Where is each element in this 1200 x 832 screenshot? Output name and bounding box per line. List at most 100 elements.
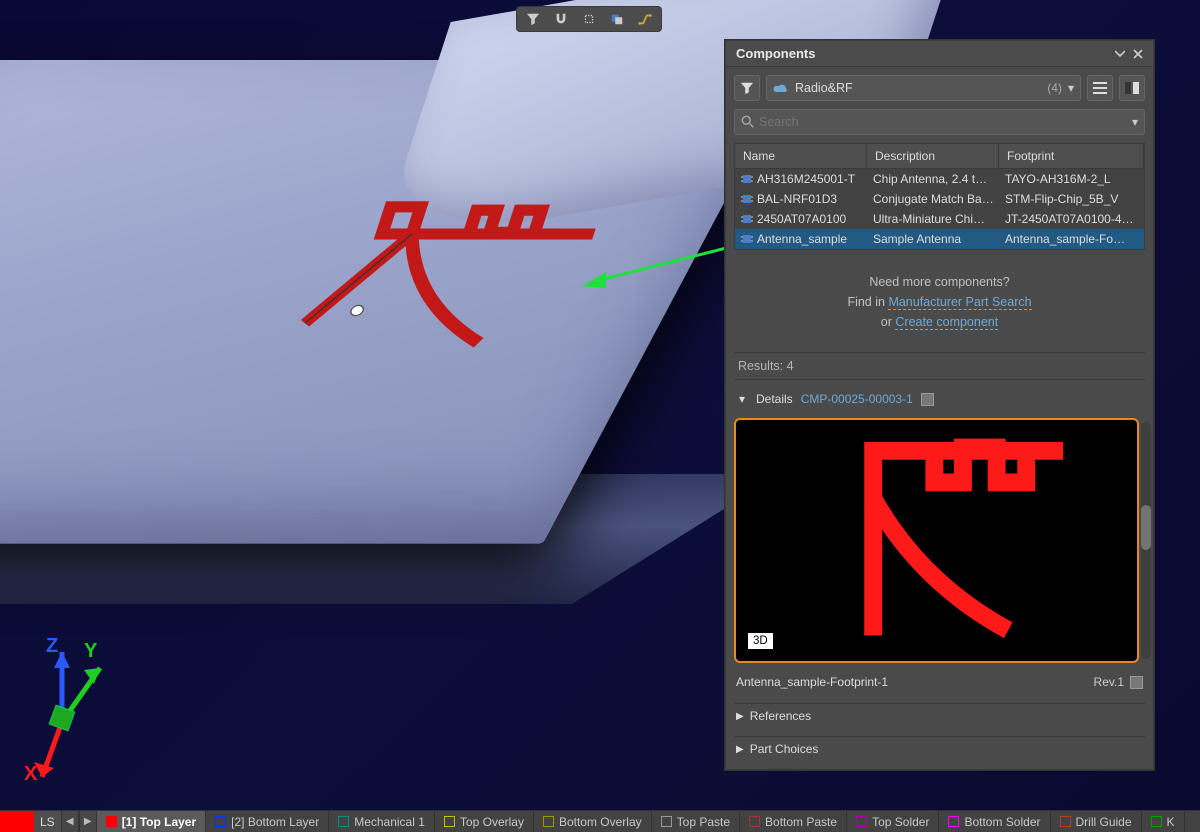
components-panel: Components Radio&RF (4) ▾ [725, 40, 1154, 770]
layer-swatch [215, 816, 226, 827]
details-header[interactable]: ▾ Details CMP-00025-00003-1 [734, 388, 1145, 410]
layer-tab[interactable]: Top Overlay [435, 811, 534, 832]
layer-swatch [444, 816, 455, 827]
layer-tab[interactable]: Bottom Solder [939, 811, 1050, 832]
footprint-preview[interactable]: 3D [734, 418, 1139, 663]
split-view-button[interactable] [1119, 75, 1145, 101]
component-icon [741, 213, 753, 225]
axis-x-label: X [24, 763, 38, 782]
layer-tabs-bar: LS ◀ ▶ [1] Top Layer [2] Bottom Layer Mech… [0, 810, 1200, 832]
axis-y-label: Y [84, 640, 98, 662]
scrollbar-thumb[interactable] [1141, 505, 1151, 550]
create-component-link[interactable]: Create component [895, 315, 998, 330]
details-id-link[interactable]: CMP-00025-00003-1 [801, 392, 913, 406]
plane-toggle-button[interactable] [603, 8, 631, 30]
layer-label: K [1167, 815, 1175, 829]
layer-label: [2] Bottom Layer [231, 815, 319, 829]
layer-swatch [543, 816, 554, 827]
close-icon [1133, 49, 1143, 59]
chevron-down-icon[interactable]: ▾ [1132, 115, 1138, 129]
row-desc: Ultra-Miniature Chi… [867, 212, 999, 226]
table-row[interactable]: AH316M245001-TChip Antenna, 2.4 t…TAYO-A… [735, 169, 1144, 189]
layer-label: [1] Top Layer [122, 815, 196, 829]
results-bar: Results: 4 [734, 352, 1145, 380]
panel-title: Components [736, 46, 1111, 61]
component-icon [741, 233, 753, 245]
layers-next-button[interactable]: ▶ [79, 811, 97, 832]
layer-tab[interactable]: K [1142, 811, 1185, 832]
manufacturer-search-link[interactable]: Manufacturer Part Search [888, 295, 1031, 310]
search-input[interactable] [759, 115, 1126, 129]
magnet-icon [554, 12, 568, 26]
layer-tab[interactable]: [2] Bottom Layer [206, 811, 329, 832]
col-name[interactable]: Name [735, 144, 867, 168]
layers-icon [610, 12, 624, 26]
row-desc: Sample Antenna [867, 232, 999, 246]
layer-label: Mechanical 1 [354, 815, 425, 829]
row-desc: Conjugate Match Ba… [867, 192, 999, 206]
library-count: (4) [1047, 81, 1062, 95]
table-header[interactable]: Name Description Footprint [735, 144, 1144, 169]
components-filter-button[interactable] [734, 75, 760, 101]
layer-swatch [749, 816, 760, 827]
layer-tab[interactable]: Top Solder [847, 811, 939, 832]
chip-icon [582, 12, 596, 26]
list-view-button[interactable] [1087, 75, 1113, 101]
row-footprint: TAYO-AH316M-2_L [999, 172, 1144, 186]
panel-menu-button[interactable] [1111, 45, 1129, 63]
layer-swatch [106, 816, 117, 827]
table-row[interactable]: 2450AT07A0100Ultra-Miniature Chi…JT-2450… [735, 209, 1144, 229]
component-icon [741, 193, 753, 205]
table-row[interactable]: BAL-NRF01D3Conjugate Match Ba…STM-Flip-C… [735, 189, 1144, 209]
filter-toggle-button[interactable] [519, 8, 547, 30]
layer-label: Bottom Overlay [559, 815, 642, 829]
chevron-down-icon [1115, 49, 1125, 59]
row-desc: Chip Antenna, 2.4 t… [867, 172, 999, 186]
antenna-footprint-graphic [736, 420, 1137, 661]
row-name: 2450AT07A0100 [757, 212, 846, 226]
footprint-revision: Rev.1 [1094, 675, 1124, 689]
row-footprint: Antenna_sample-Fo… [999, 232, 1144, 246]
part-choices-section[interactable]: ▶ Part Choices [734, 736, 1145, 761]
layer-swatch [661, 816, 672, 827]
layer-tab[interactable]: Bottom Paste [740, 811, 847, 832]
need-more-block: Need more components? Find in Manufactur… [734, 258, 1145, 344]
preview-3d-toggle[interactable]: 3D [748, 633, 773, 649]
snap-toggle-button[interactable] [547, 8, 575, 30]
search-field[interactable]: ▾ [734, 109, 1145, 135]
layer-tab[interactable]: Top Paste [652, 811, 740, 832]
layer-set-button[interactable]: LS [34, 811, 61, 832]
funnel-icon [526, 12, 540, 26]
axis-z-label: Z [46, 635, 58, 657]
col-description[interactable]: Description [867, 144, 999, 168]
chip-toggle-button[interactable] [575, 8, 603, 30]
layer-tab[interactable]: Bottom Overlay [534, 811, 652, 832]
footprint-checkbox[interactable] [1130, 676, 1143, 689]
results-count: 4 [787, 359, 794, 373]
details-label: Details [756, 392, 793, 406]
layer-tab[interactable]: [1] Top Layer [97, 811, 206, 832]
library-selector[interactable]: Radio&RF (4) ▾ [766, 75, 1081, 101]
layers-prev-button[interactable]: ◀ [61, 811, 79, 832]
layer-tab[interactable]: Mechanical 1 [329, 811, 435, 832]
references-section[interactable]: ▶ References [734, 703, 1145, 728]
chevron-down-icon[interactable]: ▾ [736, 392, 748, 406]
components-table: Name Description Footprint AH316M245001-… [734, 143, 1145, 250]
need-more-line1: Need more components? [734, 272, 1145, 292]
list-icon [1093, 82, 1107, 94]
route-icon [638, 12, 652, 26]
table-row[interactable]: Antenna_sampleSample AntennaAntenna_samp… [735, 229, 1144, 249]
preview-scrollbar[interactable] [1141, 422, 1151, 659]
funnel-icon [740, 81, 754, 95]
panel-close-button[interactable] [1129, 45, 1147, 63]
layer-label: Bottom Paste [765, 815, 837, 829]
panel-header[interactable]: Components [726, 41, 1153, 67]
search-icon [741, 115, 755, 129]
details-checkbox[interactable] [921, 393, 934, 406]
layer-tab[interactable]: Drill Guide [1051, 811, 1142, 832]
col-footprint[interactable]: Footprint [999, 144, 1144, 168]
axis-gizmo[interactable]: X Y Z [12, 612, 112, 782]
active-layer-swatch[interactable] [0, 811, 34, 832]
layer-swatch [1060, 816, 1071, 827]
route-toggle-button[interactable] [631, 8, 659, 30]
